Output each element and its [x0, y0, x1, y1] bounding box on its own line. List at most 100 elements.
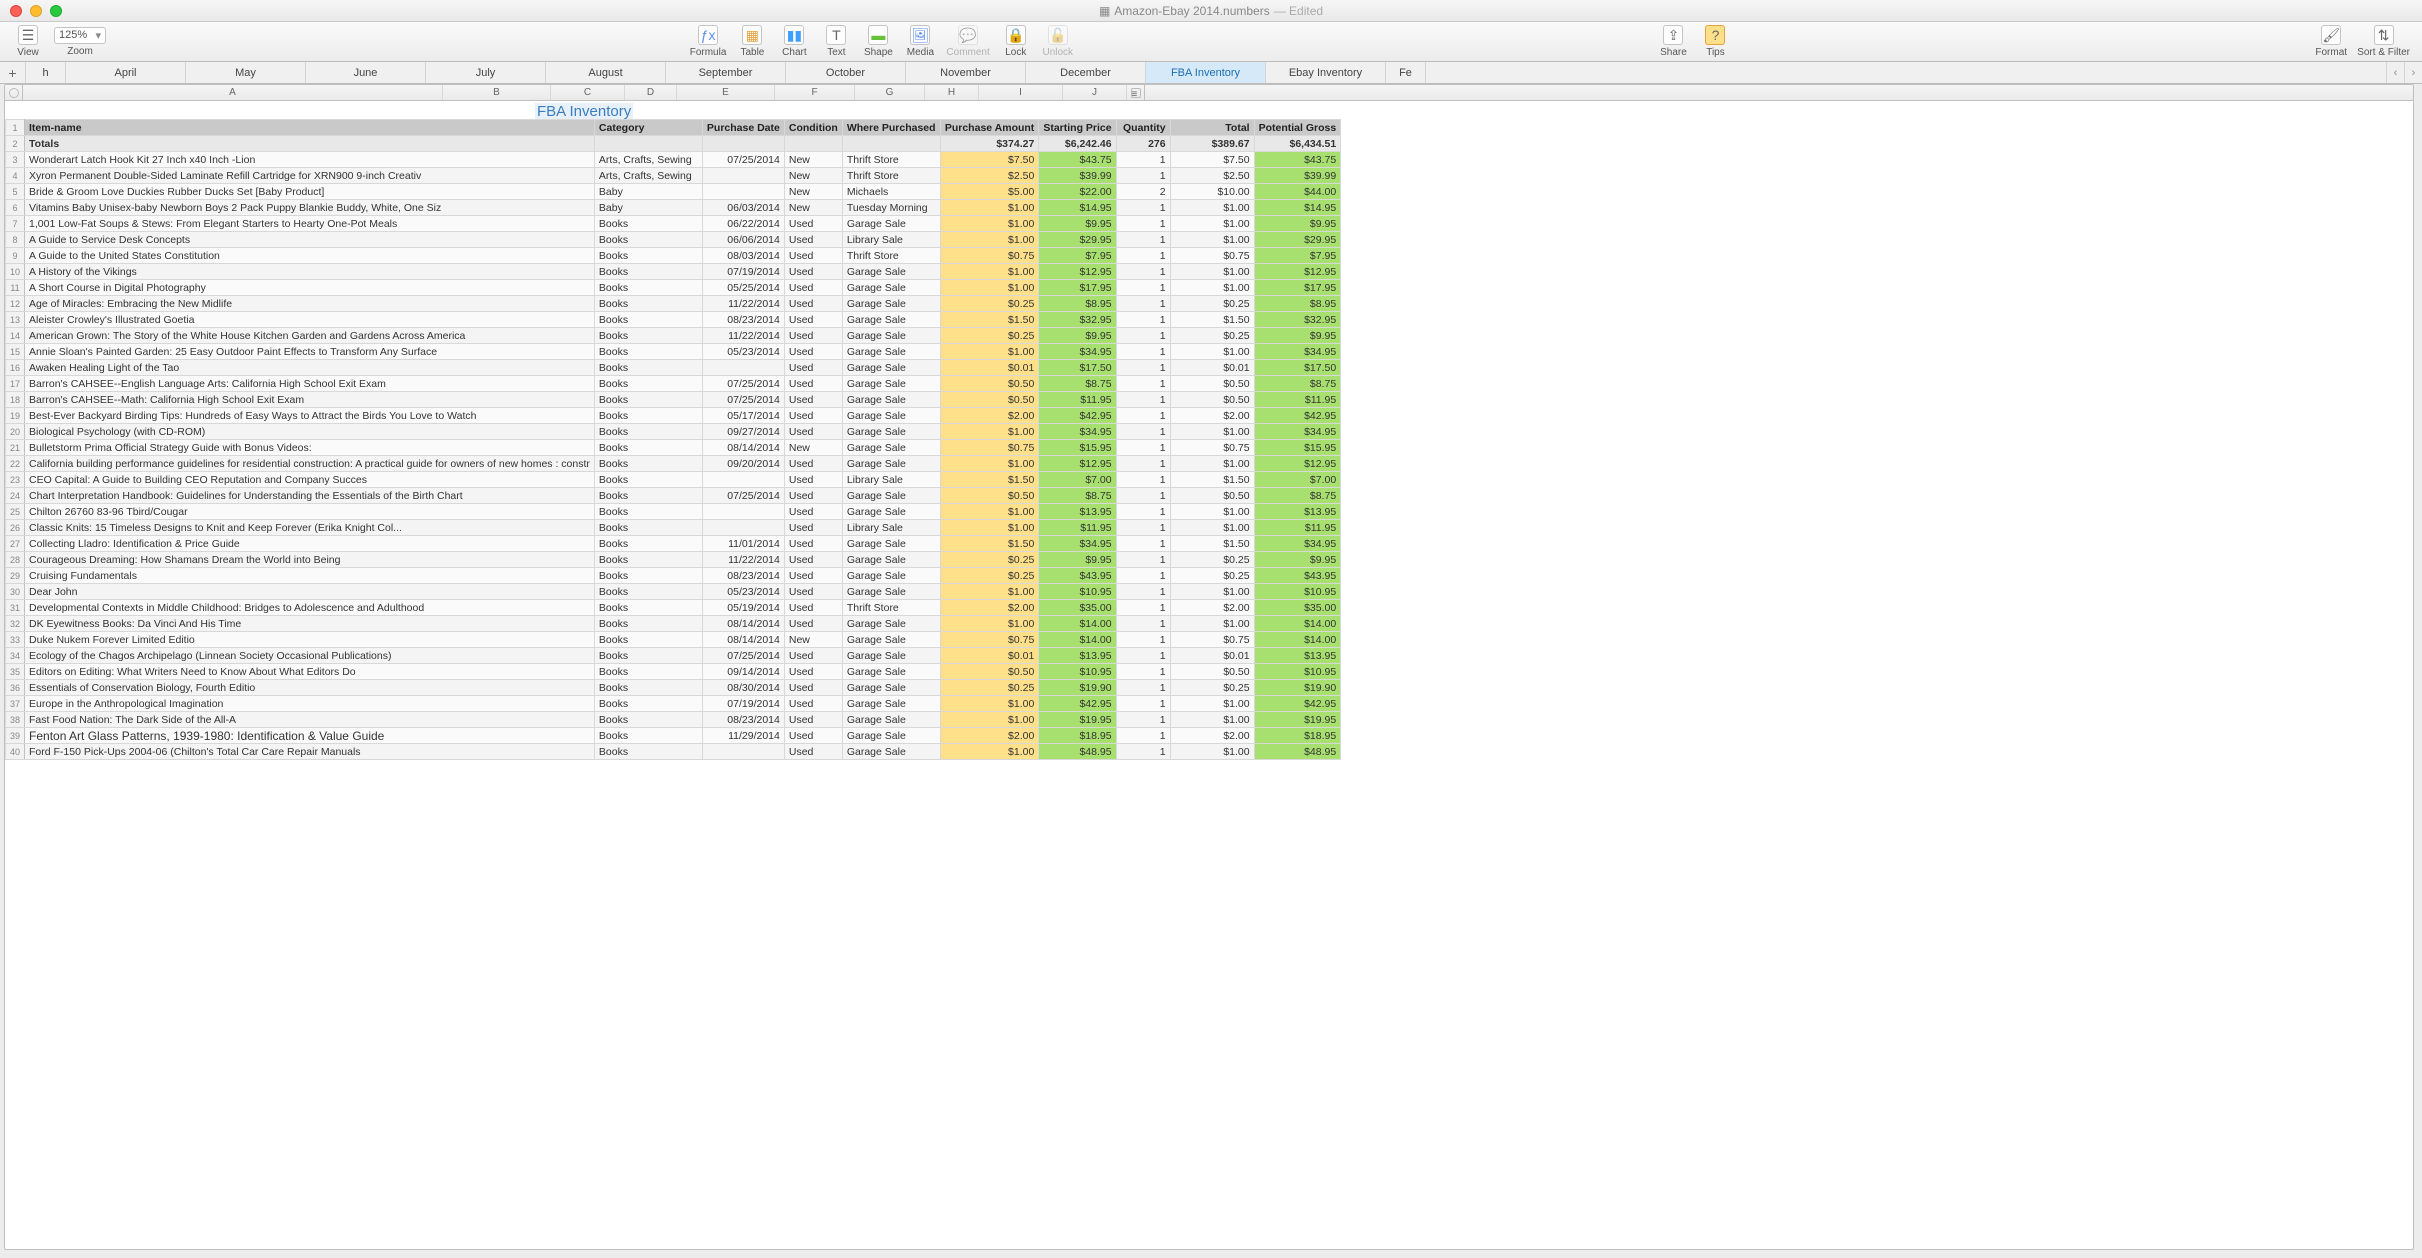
cell[interactable]: Garage Sale	[842, 296, 940, 312]
cell[interactable]: Fast Food Nation: The Dark Side of the A…	[25, 712, 595, 728]
cell[interactable]: Biological Psychology (with CD-ROM)	[25, 424, 595, 440]
cell[interactable]: Library Sale	[842, 232, 940, 248]
sheet-tab-november[interactable]: November	[906, 62, 1026, 83]
cell[interactable]: $7.00	[1039, 472, 1116, 488]
view-menu[interactable]: ☰View	[8, 23, 48, 60]
cell[interactable]: $0.01	[940, 648, 1038, 664]
cell[interactable]: Used	[784, 472, 842, 488]
col-header-H[interactable]: H	[925, 85, 979, 100]
row-header[interactable]: 33	[6, 632, 25, 648]
cell[interactable]: New	[784, 184, 842, 200]
cell[interactable]: 05/17/2014	[702, 408, 784, 424]
cell[interactable]: $1.00	[940, 584, 1038, 600]
cell[interactable]: $48.95	[1254, 744, 1341, 760]
row-header[interactable]: 20	[6, 424, 25, 440]
cell[interactable]: $34.95	[1254, 424, 1341, 440]
row-header[interactable]: 6	[6, 200, 25, 216]
cell[interactable]: New	[784, 440, 842, 456]
cell[interactable]: $43.75	[1039, 152, 1116, 168]
cell[interactable]: 1	[1116, 728, 1170, 744]
cell[interactable]: $7.95	[1039, 248, 1116, 264]
cell[interactable]: New	[784, 632, 842, 648]
cell[interactable]: Garage Sale	[842, 456, 940, 472]
cell[interactable]	[702, 520, 784, 536]
cell[interactable]: Garage Sale	[842, 376, 940, 392]
cell[interactable]: 08/14/2014	[702, 616, 784, 632]
cell[interactable]: Books	[594, 632, 702, 648]
cell[interactable]: Books	[594, 504, 702, 520]
cell[interactable]: $11.95	[1254, 392, 1341, 408]
cell[interactable]: Books	[594, 296, 702, 312]
row-header[interactable]: 2	[6, 136, 25, 152]
cell[interactable]: 1,001 Low-Fat Soups & Stews: From Elegan…	[25, 216, 595, 232]
cell[interactable]: $9.95	[1039, 328, 1116, 344]
cell[interactable]: DK Eyewitness Books: Da Vinci And His Ti…	[25, 616, 595, 632]
row-header[interactable]: 12	[6, 296, 25, 312]
cell[interactable]: Garage Sale	[842, 328, 940, 344]
cell[interactable]: $10.95	[1039, 664, 1116, 680]
cell[interactable]: $2.50	[1170, 168, 1254, 184]
cell[interactable]: $0.25	[1170, 680, 1254, 696]
cell[interactable]: Garage Sale	[842, 312, 940, 328]
cell[interactable]: 07/25/2014	[702, 488, 784, 504]
cell[interactable]: Used	[784, 280, 842, 296]
row-header[interactable]: 27	[6, 536, 25, 552]
cell[interactable]: 1	[1116, 360, 1170, 376]
cell[interactable]: $1.00	[1170, 712, 1254, 728]
cell[interactable]: Books	[594, 712, 702, 728]
cell[interactable]: Totals	[25, 136, 595, 152]
cell[interactable]: Baby	[594, 184, 702, 200]
cell[interactable]: Books	[594, 600, 702, 616]
cell[interactable]: $11.95	[1039, 392, 1116, 408]
cell[interactable]: 276	[1116, 136, 1170, 152]
row-header[interactable]: 25	[6, 504, 25, 520]
cell[interactable]: Purchase Amount	[940, 120, 1038, 136]
cell[interactable]: Where Purchased	[842, 120, 940, 136]
cell[interactable]: Thrift Store	[842, 168, 940, 184]
cell[interactable]: $1.00	[940, 264, 1038, 280]
cell[interactable]: $14.00	[1039, 616, 1116, 632]
cell[interactable]: $48.95	[1039, 744, 1116, 760]
cell[interactable]: Used	[784, 584, 842, 600]
row-header[interactable]: 5	[6, 184, 25, 200]
cell[interactable]: $12.95	[1254, 456, 1341, 472]
zoom-window-button[interactable]	[50, 5, 62, 17]
cell[interactable]: Garage Sale	[842, 344, 940, 360]
cell[interactable]: 2	[1116, 184, 1170, 200]
col-header-A[interactable]: A	[23, 85, 443, 100]
cell[interactable]: Books	[594, 520, 702, 536]
col-header-E[interactable]: E	[677, 85, 775, 100]
cell[interactable]: $7.00	[1254, 472, 1341, 488]
cell[interactable]: Used	[784, 520, 842, 536]
cell[interactable]: $17.50	[1039, 360, 1116, 376]
cell[interactable]: $19.95	[1254, 712, 1341, 728]
cell[interactable]: $13.95	[1254, 504, 1341, 520]
cell[interactable]: $0.01	[1170, 360, 1254, 376]
cell[interactable]: Books	[594, 616, 702, 632]
cell[interactable]: 1	[1116, 600, 1170, 616]
cell[interactable]: 1	[1116, 744, 1170, 760]
cell[interactable]: $0.01	[1170, 648, 1254, 664]
cell[interactable]: Age of Miracles: Embracing the New Midli…	[25, 296, 595, 312]
cell[interactable]: 1	[1116, 472, 1170, 488]
cell[interactable]: Garage Sale	[842, 616, 940, 632]
cell[interactable]: $7.95	[1254, 248, 1341, 264]
cell[interactable]: Used	[784, 312, 842, 328]
cell[interactable]: Books	[594, 328, 702, 344]
cell[interactable]: Used	[784, 408, 842, 424]
cell[interactable]	[702, 360, 784, 376]
cell[interactable]: 09/14/2014	[702, 664, 784, 680]
cell[interactable]: $34.95	[1254, 536, 1341, 552]
unlock-button[interactable]: 🔓Unlock	[1038, 23, 1078, 60]
cell[interactable]: 08/03/2014	[702, 248, 784, 264]
zoom-control[interactable]: 125%▾ Zoom	[50, 25, 110, 59]
cell[interactable]: $8.75	[1254, 488, 1341, 504]
cell[interactable]: 07/19/2014	[702, 264, 784, 280]
cell[interactable]: $9.95	[1254, 216, 1341, 232]
cell[interactable]: 11/22/2014	[702, 328, 784, 344]
cell[interactable]: $0.25	[1170, 328, 1254, 344]
cell[interactable]: 1	[1116, 488, 1170, 504]
cell[interactable]: $1.00	[1170, 696, 1254, 712]
sheet-tab-december[interactable]: December	[1026, 62, 1146, 83]
cell[interactable]: New	[784, 200, 842, 216]
